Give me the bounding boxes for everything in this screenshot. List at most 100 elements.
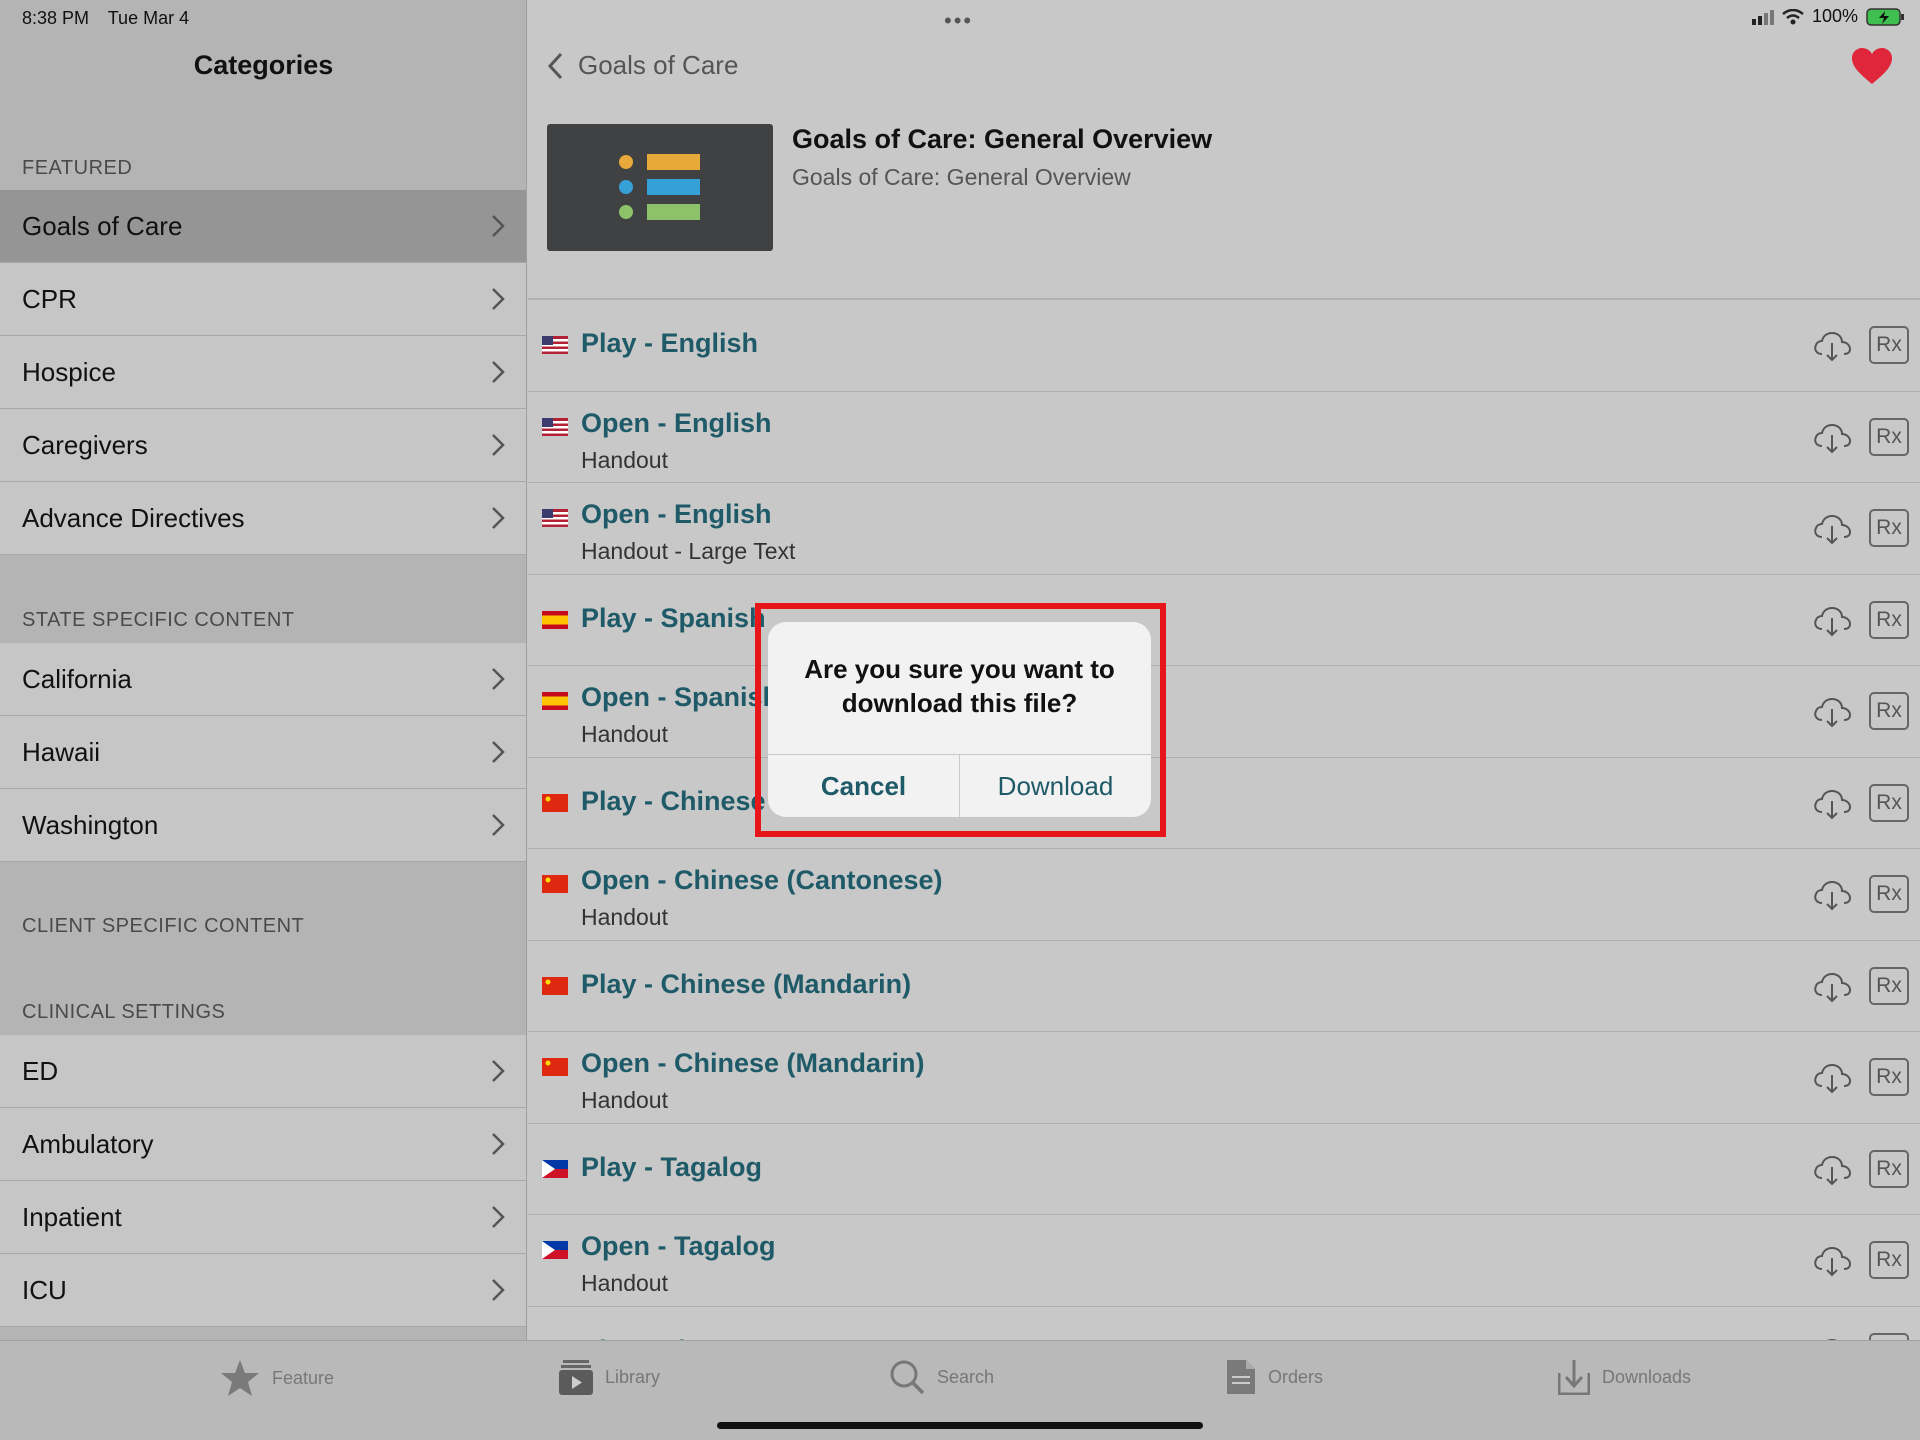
rx-button[interactable]: Rx bbox=[1869, 1149, 1909, 1188]
sidebar-item-advance-directives[interactable]: Advance Directives bbox=[0, 482, 526, 555]
search-icon bbox=[890, 1360, 925, 1395]
sidebar-item-washington[interactable]: Washington bbox=[0, 789, 526, 862]
tab-downloads[interactable]: Downloads bbox=[1558, 1359, 1691, 1395]
status-time: 8:38 PM bbox=[22, 8, 90, 28]
item-title[interactable]: Open - Tagalog bbox=[581, 1231, 776, 1262]
list-item: Open - English Handout - Large Text Rx bbox=[528, 483, 1920, 575]
sidebar-item-label: Ambulatory bbox=[22, 1128, 154, 1159]
rx-button[interactable]: Rx bbox=[1869, 783, 1909, 822]
flag-icon bbox=[542, 610, 568, 629]
featured-list: Goals of Care CPR Hospice Caregivers Adv… bbox=[0, 190, 526, 555]
sidebar-item-label: Hawaii bbox=[22, 736, 101, 767]
rx-button[interactable]: Rx bbox=[1869, 1058, 1909, 1096]
cloud-download-icon[interactable] bbox=[1812, 1062, 1852, 1094]
sidebar-item-label: CPR bbox=[22, 283, 77, 314]
cloud-download-icon[interactable] bbox=[1812, 971, 1852, 1003]
sidebar-item-cpr[interactable]: CPR bbox=[0, 263, 526, 336]
sidebar-item-label: Caregivers bbox=[22, 429, 148, 460]
list-item: Open - Spanish Handout Rx bbox=[528, 666, 1920, 758]
chevron-right-icon bbox=[492, 1060, 505, 1082]
list-item: Play - VietnameseRx bbox=[528, 1307, 1920, 1340]
rx-button[interactable]: Rx bbox=[1869, 1332, 1909, 1340]
item-title[interactable]: Open - English bbox=[581, 408, 772, 439]
tab-library[interactable]: Library bbox=[559, 1359, 660, 1395]
list-item: Play - Chinese (Cantonese) Rx bbox=[528, 758, 1920, 849]
back-label: Goals of Care bbox=[578, 50, 739, 80]
sidebar-item-california[interactable]: California bbox=[0, 643, 526, 716]
cloud-download-icon[interactable] bbox=[1812, 879, 1852, 911]
cloud-download-icon[interactable] bbox=[1812, 696, 1852, 728]
rx-button[interactable]: Rx bbox=[1869, 326, 1909, 364]
cloud-download-icon[interactable] bbox=[1812, 1245, 1852, 1277]
rx-button[interactable]: Rx bbox=[1869, 417, 1909, 456]
media-list: Play - English Rx Open - English Handout Rx O… bbox=[528, 300, 1920, 1340]
list-item: Open - English Handout Rx bbox=[528, 392, 1920, 483]
section-label-clinical: CLINICAL SETTINGS bbox=[22, 1001, 226, 1023]
detail-pane: ••• 100% Goals of Care Goals of Care: Ge… bbox=[528, 0, 1920, 1340]
sidebar-item-goals-of-care[interactable]: Goals of Care bbox=[0, 190, 526, 263]
item-title[interactable]: Open - Spanish bbox=[581, 682, 779, 713]
rx-button[interactable]: Rx bbox=[1869, 600, 1909, 639]
sidebar-item-label: Inpatient bbox=[22, 1201, 122, 1232]
cancel-button[interactable]: Cancel bbox=[768, 755, 960, 817]
rx-button[interactable]: Rx bbox=[1869, 966, 1909, 1005]
item-title[interactable]: Play - Tagalog bbox=[581, 1152, 762, 1183]
chevron-right-icon bbox=[492, 1133, 505, 1155]
list-item: Open - Chinese (Cantonese) Handout Rx bbox=[528, 849, 1920, 941]
clinical-list: ED Ambulatory Inpatient ICU bbox=[0, 1035, 526, 1327]
flag-icon bbox=[542, 875, 568, 893]
status-date: Tue Mar 4 bbox=[107, 8, 190, 28]
item-title[interactable]: Play - English bbox=[581, 328, 758, 359]
cloud-download-icon[interactable] bbox=[1812, 605, 1852, 637]
list-item: Play - Chinese (Mandarin) Rx bbox=[528, 941, 1920, 1032]
heart-icon[interactable] bbox=[1850, 46, 1894, 86]
cloud-download-icon[interactable] bbox=[1812, 330, 1852, 362]
chevron-right-icon bbox=[492, 814, 505, 836]
list-icon bbox=[619, 154, 700, 220]
download-button[interactable]: Download bbox=[960, 755, 1151, 817]
sidebar-item-label: Hospice bbox=[22, 356, 116, 387]
wifi-icon bbox=[1782, 8, 1804, 24]
item-title[interactable]: Open - English bbox=[581, 499, 772, 530]
item-title[interactable]: Open - Chinese (Mandarin) bbox=[581, 1048, 925, 1079]
sidebar-item-label: Advance Directives bbox=[22, 502, 245, 533]
cloud-download-icon[interactable] bbox=[1812, 1154, 1852, 1186]
cloud-download-icon[interactable] bbox=[1812, 788, 1852, 820]
tab-search[interactable]: Search bbox=[889, 1359, 994, 1395]
item-title[interactable]: Play - Chinese (Mandarin) bbox=[581, 969, 911, 1000]
sidebar-item-inpatient[interactable]: Inpatient bbox=[0, 1181, 526, 1254]
flag-icon bbox=[542, 417, 568, 436]
tab-feature[interactable]: Feature bbox=[220, 1359, 334, 1397]
rx-button[interactable]: Rx bbox=[1869, 509, 1909, 547]
rx-button[interactable]: Rx bbox=[1869, 875, 1909, 913]
multitask-dots[interactable]: ••• bbox=[944, 8, 973, 34]
cloud-download-icon[interactable] bbox=[1812, 513, 1852, 545]
item-title[interactable]: Open - Chinese (Cantonese) bbox=[581, 865, 943, 896]
chevron-right-icon bbox=[492, 1279, 505, 1301]
sidebar-item-hospice[interactable]: Hospice bbox=[0, 336, 526, 409]
rx-button[interactable]: Rx bbox=[1869, 1241, 1909, 1279]
list-item: Play - Spanish Rx bbox=[528, 575, 1920, 666]
item-title[interactable]: Play - Spanish bbox=[581, 603, 766, 634]
sidebar-item-hawaii[interactable]: Hawaii bbox=[0, 716, 526, 789]
star-icon bbox=[221, 1360, 259, 1396]
tab-orders[interactable]: Orders bbox=[1226, 1359, 1323, 1395]
sidebar-item-ambulatory[interactable]: Ambulatory bbox=[0, 1108, 526, 1181]
sidebar-item-caregivers[interactable]: Caregivers bbox=[0, 409, 526, 482]
tab-label: Feature bbox=[272, 1367, 335, 1388]
chevron-right-icon bbox=[492, 288, 505, 310]
chevron-right-icon bbox=[492, 1206, 505, 1228]
back-button[interactable]: Goals of Care bbox=[546, 50, 738, 81]
sidebar-item-icu[interactable]: ICU bbox=[0, 1254, 526, 1327]
home-indicator[interactable] bbox=[717, 1422, 1203, 1429]
rx-button[interactable]: Rx bbox=[1869, 692, 1909, 730]
tab-label: Downloads bbox=[1602, 1366, 1692, 1387]
sidebar-item-ed[interactable]: ED bbox=[0, 1035, 526, 1108]
cloud-download-icon[interactable] bbox=[1812, 422, 1852, 454]
battery-percent: 100% bbox=[1811, 6, 1858, 26]
section-label-state: STATE SPECIFIC CONTENT bbox=[22, 609, 295, 631]
dialog-buttons: Cancel Download bbox=[768, 754, 1151, 817]
tab-label: Library bbox=[605, 1366, 661, 1387]
list-item: Play - English Rx bbox=[528, 300, 1920, 392]
item-subtitle: Handout - Large Text bbox=[581, 538, 796, 564]
